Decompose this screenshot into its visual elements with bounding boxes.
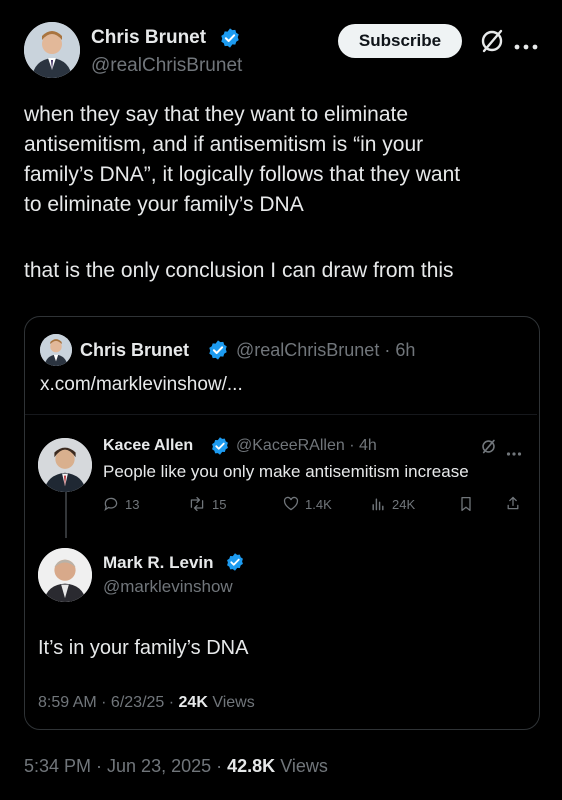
like-count: 1.4K xyxy=(305,496,332,512)
reply-icon xyxy=(104,497,118,512)
tweet-line: to eliminate your family’s DNA xyxy=(24,193,304,216)
more-options-icon[interactable] xyxy=(506,444,522,456)
main-post-views-count: 24K xyxy=(178,694,208,711)
tweet-meta: 5:34 PM · Jun 23, 2025 · 42.8K Views xyxy=(24,756,328,777)
tweet-line: when they say that they want to eliminat… xyxy=(24,103,409,126)
reply-handle-time[interactable]: @KaceeRAllen · 4h xyxy=(236,437,377,455)
tweet-line: that is the only conclusion I can draw f… xyxy=(24,259,454,282)
quote-link[interactable]: x.com/marklevinshow/... xyxy=(40,374,243,396)
grok-icon[interactable] xyxy=(478,27,506,55)
quote-handle-time[interactable]: @realChrisBrunet · 6h xyxy=(236,340,415,361)
reply-count: 13 xyxy=(125,496,140,512)
reply-action[interactable]: 13 xyxy=(103,496,139,512)
tweet-line: antisemitism, and if antisemitism is “in… xyxy=(24,133,424,156)
tweet-timestamp[interactable]: 5:34 PM · Jun 23, 2025 · xyxy=(24,756,222,776)
bookmark-icon[interactable] xyxy=(458,496,474,512)
author-avatar[interactable] xyxy=(24,22,80,78)
repost-count: 15 xyxy=(212,496,227,512)
main-post-handle[interactable]: @marklevinshow xyxy=(103,577,233,597)
heart-icon xyxy=(283,496,299,511)
tweet-line: family’s DNA”, it logically follows that… xyxy=(24,163,461,186)
author-handle[interactable]: @realChrisBrunet xyxy=(91,55,242,77)
quote-author-name[interactable]: Chris Brunet xyxy=(80,340,189,361)
verified-badge-icon xyxy=(207,339,229,361)
share-icon[interactable] xyxy=(505,495,521,511)
main-post-author-name[interactable]: Mark R. Levin xyxy=(103,553,214,573)
tweet-text: when they say that they want to eliminat… xyxy=(24,100,554,286)
reply-text: People like you only make antisemitism i… xyxy=(103,462,469,481)
quote-avatar[interactable] xyxy=(40,334,72,366)
author-name[interactable]: Chris Brunet xyxy=(91,27,206,49)
main-post-avatar[interactable] xyxy=(38,548,92,602)
tweet-views-label: Views xyxy=(280,756,328,776)
tweet-views-count: 42.8K xyxy=(227,756,276,776)
main-post-text: It’s in your family’s DNA xyxy=(38,637,249,659)
main-post-meta: 8:59 AM · 6/23/25 · 24K Views xyxy=(38,694,255,712)
thread-connector xyxy=(65,490,67,538)
analytics-icon xyxy=(372,498,384,511)
subscribe-button[interactable]: Subscribe xyxy=(338,24,462,58)
reply-avatar[interactable] xyxy=(38,438,92,492)
main-post-views-label: Views xyxy=(212,694,255,711)
verified-badge-icon xyxy=(219,27,241,49)
repost-icon xyxy=(190,496,204,512)
verified-badge-icon xyxy=(225,552,245,572)
more-options-icon[interactable] xyxy=(513,38,539,50)
repost-action[interactable]: 15 xyxy=(188,496,226,512)
grok-icon[interactable] xyxy=(480,438,497,455)
like-action[interactable]: 1.4K xyxy=(283,496,332,512)
views-action[interactable]: 24K xyxy=(370,496,415,512)
main-post-timestamp[interactable]: 8:59 AM · 6/23/25 · xyxy=(38,694,174,711)
views-count: 24K xyxy=(392,496,416,512)
reply-author-name[interactable]: Kacee Allen xyxy=(103,437,193,455)
verified-badge-icon xyxy=(210,436,230,456)
